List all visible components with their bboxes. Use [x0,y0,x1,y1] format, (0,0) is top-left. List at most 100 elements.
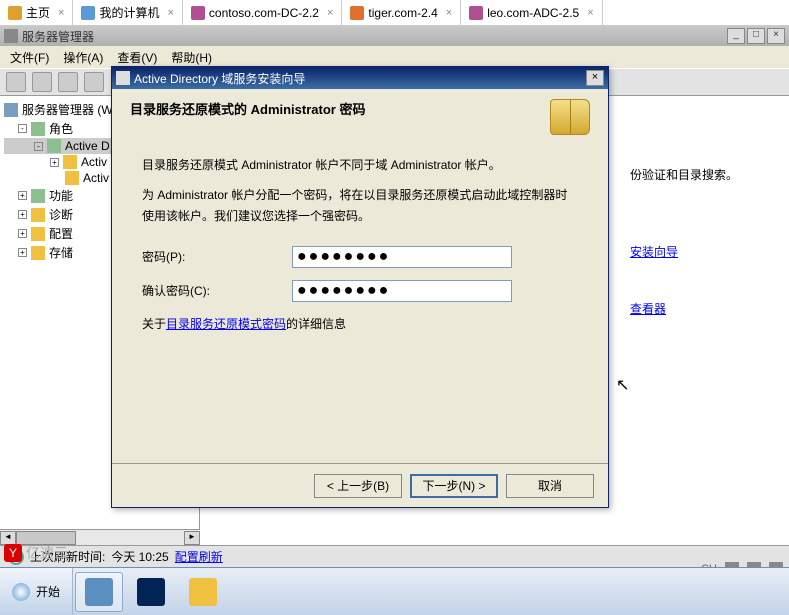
browser-tab-strip: 主页 × 我的计算机 × contoso.com-DC-2.2 × tiger.… [0,0,789,26]
expand-icon[interactable]: + [18,191,27,200]
close-icon[interactable]: × [327,7,333,19]
forward-button[interactable] [32,72,52,92]
tree-label: Activ [81,155,107,169]
config-icon [31,227,45,241]
close-button[interactable]: × [767,28,785,44]
tree-label: Active D [65,139,110,153]
window-title: 服务器管理器 [22,28,94,45]
browser-tab-tiger[interactable]: tiger.com-2.4 × [342,0,461,25]
configure-refresh-link[interactable]: 配置刷新 [175,548,223,565]
install-wizard-link[interactable]: 安装向导 [630,245,678,259]
tree-label: 角色 [49,120,73,137]
role-icon [47,139,61,153]
powershell-icon [137,578,165,606]
password-label: 密码(P): [142,247,292,267]
tree-label: 功能 [49,187,73,204]
tab-label: 主页 [26,4,50,21]
dsrm-info-link[interactable]: 目录服务还原模式密码 [166,317,286,331]
browser-tab-contoso[interactable]: contoso.com-DC-2.2 × [183,0,342,25]
collapse-icon[interactable]: - [18,124,27,133]
task-server-manager[interactable] [75,572,123,612]
server-icon [4,103,18,117]
help-button[interactable] [84,72,104,92]
collapse-icon[interactable]: - [34,142,43,151]
dialog-heading: 目录服务还原模式的 Administrator 密码 [130,99,365,118]
tree-label: 存储 [49,244,73,261]
confirm-password-input[interactable] [292,280,512,302]
task-explorer[interactable] [179,572,227,612]
back-button[interactable] [6,72,26,92]
next-button[interactable]: 下一步(N) > [410,474,498,498]
watermark-logo-icon: Y [4,544,22,562]
watermark: Y 亿速云 [4,543,68,563]
diag-icon [31,208,45,222]
dialog-paragraph-1: 目录服务还原模式 Administrator 帐户不同于域 Administra… [142,155,578,175]
dialog-header: 目录服务还原模式的 Administrator 密码 [112,89,608,145]
maximize-button[interactable]: □ [747,28,765,44]
tree-label: 诊断 [49,206,73,223]
explorer-icon [189,578,217,606]
task-powershell[interactable] [127,572,175,612]
viewer-link[interactable]: 查看器 [630,302,666,316]
minimize-button[interactable]: _ [727,28,745,44]
tab-label: contoso.com-DC-2.2 [209,6,319,20]
password-row: 密码(P): [142,246,578,268]
confirm-password-label: 确认密码(C): [142,281,292,301]
vm-icon [469,6,483,20]
tree-label: 服务器管理器 (W [22,101,113,118]
confirm-password-row: 确认密码(C): [142,280,578,302]
close-icon[interactable]: × [587,7,593,19]
dialog-footer: < 上一步(B) 下一步(N) > 取消 [112,463,608,507]
scroll-right-button[interactable]: ► [184,531,200,545]
watermark-text: 亿速云 [26,543,68,563]
browser-tab-mycomputer[interactable]: 我的计算机 × [73,0,182,25]
status-bar: 上次刷新时间: 今天 10:25 配置刷新 [0,545,789,567]
expand-icon[interactable]: + [18,210,27,219]
app-icon [4,29,18,43]
storage-icon [31,246,45,260]
book-icon [550,99,590,135]
status-time: 今天 10:25 [111,548,168,565]
back-button[interactable]: < 上一步(B) [314,474,402,498]
browser-tab-leo[interactable]: leo.com-ADC-2.5 × [461,0,602,25]
dialog-body: 目录服务还原模式 Administrator 帐户不同于域 Administra… [112,145,608,355]
close-icon[interactable]: × [167,7,173,19]
menu-action[interactable]: 操作(A) [57,47,109,68]
dialog-close-button[interactable]: × [586,70,604,86]
browser-tab-home[interactable]: 主页 × [0,0,73,25]
tab-label: tiger.com-2.4 [368,6,437,20]
ad-install-wizard-dialog: Active Directory 域服务安装向导 × 目录服务还原模式的 Adm… [111,66,609,508]
window-controls: _ □ × [727,28,785,44]
close-icon[interactable]: × [446,7,452,19]
vm-icon [191,6,205,20]
info-link-row: 关于目录服务还原模式密码的详细信息 [142,314,578,334]
tab-label: 我的计算机 [99,4,159,21]
expand-icon[interactable]: + [50,158,59,167]
menu-file[interactable]: 文件(F) [4,47,55,68]
tree-label: 配置 [49,225,73,242]
menu-bar: 文件(F) 操作(A) 查看(V) 帮助(H) [0,46,789,68]
menu-help[interactable]: 帮助(H) [165,47,218,68]
menu-view[interactable]: 查看(V) [111,47,163,68]
tree-label: Activ [83,171,109,185]
wizard-icon [116,71,130,85]
snap-icon [65,171,79,185]
folder-icon [63,155,77,169]
password-input[interactable] [292,246,512,268]
expand-icon[interactable]: + [18,229,27,238]
start-label: 开始 [36,583,60,600]
refresh-button[interactable] [58,72,78,92]
vm-icon [350,6,364,20]
home-icon [8,6,22,20]
feature-icon [31,189,45,203]
dialog-title: Active Directory 域服务安装向导 [134,70,305,87]
start-button[interactable]: 开始 [0,568,73,615]
expand-icon[interactable]: + [18,248,27,257]
computer-icon [81,6,95,20]
cancel-button[interactable]: 取消 [506,474,594,498]
close-icon[interactable]: × [58,7,64,19]
dialog-paragraph-2: 为 Administrator 帐户分配一个密码，将在以目录服务还原模式启动此域… [142,185,578,226]
window-titlebar: 服务器管理器 _ □ × [0,26,789,46]
dialog-titlebar[interactable]: Active Directory 域服务安装向导 × [112,67,608,89]
windows-orb-icon [12,583,30,601]
